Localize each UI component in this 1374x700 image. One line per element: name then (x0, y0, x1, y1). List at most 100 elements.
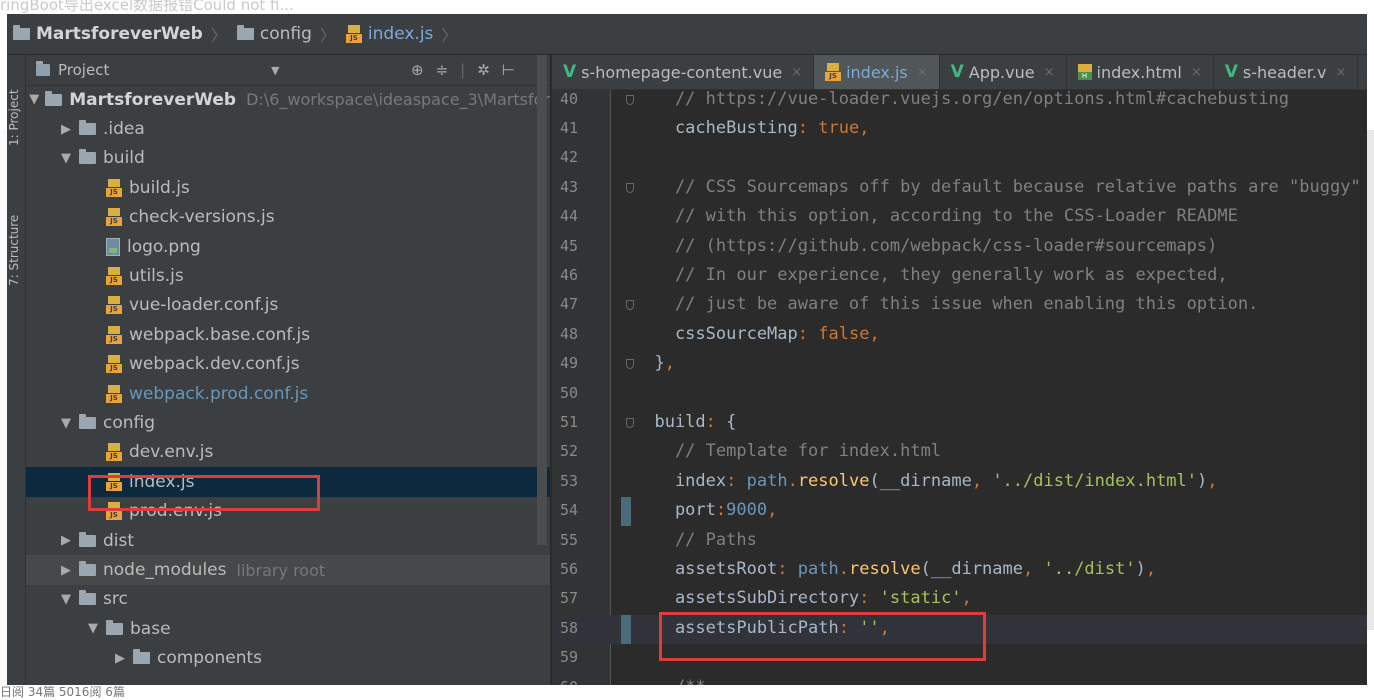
code-line[interactable]: 60 /** (552, 674, 1367, 686)
tree-item-icon (106, 178, 122, 197)
fold-marker-icon[interactable] (626, 182, 634, 193)
breadcrumb-folder[interactable]: config 〉 (233, 22, 342, 46)
tab-index-html[interactable]: index.html × (1067, 55, 1214, 89)
code-line[interactable]: 43 // CSS Sourcemaps off by default beca… (552, 174, 1367, 203)
breadcrumb-project[interactable]: MartsforeverWeb 〉 (7, 22, 233, 46)
line-number: 58 (560, 618, 579, 637)
js-file-icon (106, 208, 122, 227)
code-line[interactable]: 46 // In our experience, they generally … (552, 262, 1367, 291)
fold-marker-icon[interactable] (626, 94, 634, 105)
ide-window: MartsforeverWeb 〉 config 〉 index.js 〉 1:… (7, 14, 1367, 685)
code-line[interactable]: 51 build: { (552, 409, 1367, 438)
tree-item-icon (106, 619, 123, 635)
tree-item-label: vue-loader.conf.js (129, 295, 279, 316)
tab-s-header-v[interactable]: Vs-header.v × (1214, 55, 1359, 89)
close-icon[interactable]: × (1191, 65, 1202, 80)
tree-folder-config[interactable]: ▼ config (26, 408, 550, 437)
code-line[interactable]: 47 // just be aware of this issue when e… (552, 291, 1367, 320)
tree-file-webpack-base-conf-js[interactable]: webpack.base.conf.js (26, 320, 550, 349)
tree-item-icon (106, 502, 122, 521)
project-scrollbar[interactable] (537, 55, 547, 545)
code-line[interactable]: 59 (552, 644, 1367, 673)
tree-folder-node-modules[interactable]: ▶ node_modules library root (26, 555, 550, 585)
tree-file-vue-loader-conf-js[interactable]: vue-loader.conf.js (26, 291, 550, 320)
collapsed-arrow-icon[interactable]: ▶ (113, 651, 127, 666)
tree-file-build-js[interactable]: build.js (26, 173, 550, 202)
code-text: cacheBusting: true, (634, 117, 870, 138)
tree-item-label: utils.js (129, 266, 184, 287)
tree-folder-src[interactable]: ▼ src (26, 585, 550, 614)
tree-file-index-js[interactable]: index.js (26, 467, 550, 497)
collapsed-arrow-icon[interactable]: ▶ (59, 563, 73, 578)
code-text: // just be aware of this issue when enab… (634, 294, 1259, 315)
collapse-all-icon[interactable]: ≑ (436, 61, 449, 79)
expanded-arrow-icon[interactable]: ▼ (59, 416, 73, 431)
code-line[interactable]: 48 cssSourceMap: false, (552, 321, 1367, 350)
tab-project[interactable]: 1: Project (7, 63, 25, 173)
tree-file-logo-png[interactable]: logo.png (26, 232, 550, 261)
fold-marker-icon[interactable] (626, 417, 634, 428)
js-file-icon (106, 384, 122, 403)
code-line[interactable]: 50 (552, 380, 1367, 409)
line-number: 42 (560, 148, 579, 167)
code-line[interactable]: 57 assetsSubDirectory: 'static', (552, 585, 1367, 614)
hide-panel-icon[interactable]: ⊢ (502, 61, 515, 79)
tree-folder-dist[interactable]: ▶ dist (26, 526, 550, 555)
tree-item-icon (79, 590, 96, 606)
project-panel-title[interactable]: Project (58, 61, 109, 79)
collapsed-arrow-icon[interactable]: ▶ (59, 122, 73, 137)
folder-icon (79, 590, 96, 606)
tab-app-vue[interactable]: V App.vue × (940, 55, 1067, 89)
code-line[interactable]: 45 // (https://github.com/webpack/css-lo… (552, 233, 1367, 262)
js-file-icon (106, 178, 122, 197)
expanded-arrow-icon[interactable]: ▼ (59, 592, 73, 607)
tree-folder-base[interactable]: ▼ base (26, 614, 550, 643)
tree-file-webpack-prod-conf-js[interactable]: webpack.prod.conf.js (26, 379, 550, 408)
code-line[interactable]: 41 cacheBusting: true, (552, 115, 1367, 144)
code-line[interactable]: 58 assetsPublicPath: '', (552, 614, 1367, 645)
code-line[interactable]: 54 port:9000, (552, 497, 1367, 527)
gear-icon[interactable]: ✲ (477, 61, 490, 79)
code-line[interactable]: 40 // https://vue-loader.vuejs.org/en/op… (552, 86, 1367, 115)
tree-item-label: .idea (103, 119, 145, 140)
code-line[interactable]: 42 (552, 144, 1367, 173)
toolbar-divider: | (460, 61, 466, 79)
js-icon (825, 63, 842, 81)
tree-file-dev-env-js[interactable]: dev.env.js (26, 438, 550, 467)
tree-file-utils-js[interactable]: utils.js (26, 261, 550, 290)
close-icon[interactable]: × (1044, 65, 1055, 80)
tree-folder-components[interactable]: ▶ components (26, 644, 550, 673)
code-line[interactable]: 52 // Template for index.html (552, 438, 1367, 467)
scroll-from-source-icon[interactable]: ⊕ (411, 61, 424, 79)
breadcrumb-separator-icon: 〉 (319, 26, 336, 45)
expanded-arrow-icon[interactable]: ▼ (59, 151, 73, 166)
code-text: build: { (634, 411, 737, 432)
tree-folder-build[interactable]: ▼ build (26, 144, 550, 173)
vue-icon: V (950, 62, 964, 82)
code-line[interactable]: 44 // with this option, according to the… (552, 203, 1367, 232)
code-line[interactable]: 55 // Paths (552, 527, 1367, 556)
breadcrumb-file[interactable]: index.js 〉 (342, 22, 464, 46)
code-text: cssSourceMap: false, (634, 323, 880, 344)
tree-file-check-versions-js[interactable]: check-versions.js (26, 203, 550, 232)
close-icon[interactable]: × (917, 65, 928, 80)
expanded-arrow-icon[interactable]: ▼ (86, 621, 100, 636)
tab-structure[interactable]: 7: Structure (7, 195, 25, 305)
fold-marker-icon[interactable] (626, 300, 634, 311)
tab-s-homepage-content-vue[interactable]: Vs-homepage-content.vue × (552, 55, 815, 89)
tree-item-icon (106, 472, 122, 491)
close-icon[interactable]: × (1335, 65, 1346, 80)
tab-index-js[interactable]: index.js × (814, 55, 940, 89)
code-line[interactable]: 53 index: path.resolve(__dirname, '../di… (552, 468, 1367, 497)
view-dropdown-icon[interactable]: ▼ (271, 64, 279, 77)
fold-marker-icon[interactable] (626, 359, 634, 370)
close-icon[interactable]: × (791, 65, 802, 80)
code-line[interactable]: 56 assetsRoot: path.resolve(__dirname, '… (552, 556, 1367, 585)
tree-folder-martsforeverweb[interactable]: ▼ MartsforeverWeb D:\6_workspace\ideaspace… (26, 85, 550, 114)
code-line[interactable]: 49 }, (552, 350, 1367, 379)
tree-file-webpack-dev-conf-js[interactable]: webpack.dev.conf.js (26, 350, 550, 379)
tree-folder--idea[interactable]: ▶ .idea (26, 114, 550, 143)
collapsed-arrow-icon[interactable]: ▶ (59, 533, 73, 548)
expanded-arrow-icon[interactable]: ▼ (29, 92, 39, 107)
tree-file-prod-env-js[interactable]: prod.env.js (26, 497, 550, 526)
